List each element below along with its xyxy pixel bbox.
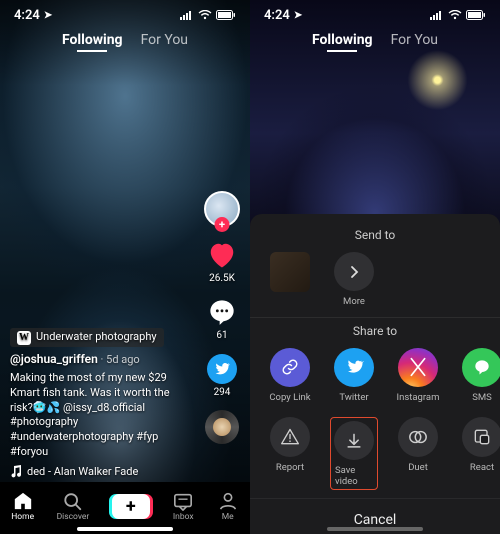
top-tabs: Following For You	[0, 32, 250, 48]
author-avatar[interactable]: +	[204, 191, 240, 227]
compose-button[interactable]: +	[112, 494, 150, 519]
action-react-label: React	[470, 462, 494, 473]
wifi-icon	[198, 10, 212, 20]
chevron-right-icon	[334, 252, 374, 291]
share-sms-label: SMS	[472, 392, 492, 403]
home-indicator	[327, 527, 423, 531]
comment-count: 61	[216, 330, 227, 341]
status-bar: 4:24 ➤	[0, 0, 250, 26]
react-icon	[462, 417, 500, 457]
tab-home[interactable]: Home	[11, 491, 34, 522]
share-actions-row[interactable]: Report Save video Duet React	[250, 411, 500, 498]
topic-label: Underwater photography	[36, 330, 157, 345]
send-to-friend[interactable]	[266, 252, 314, 307]
action-duet[interactable]: Duet	[394, 417, 442, 490]
share-sms[interactable]: SMS	[458, 348, 500, 403]
duet-icon	[398, 417, 438, 457]
pane-share-sheet: 4:24 ➤ Following For You Send to More	[250, 0, 500, 534]
tab-for-you[interactable]: For You	[391, 32, 438, 48]
sms-icon	[462, 348, 500, 387]
share-count: 294	[214, 387, 231, 398]
send-to-more-label: More	[343, 296, 365, 307]
tab-inbox[interactable]: Inbox	[172, 491, 194, 522]
battery-icon	[466, 10, 486, 20]
warning-icon	[270, 417, 310, 457]
post-sep: ·	[98, 353, 106, 366]
tab-home-label: Home	[11, 512, 34, 522]
tab-following[interactable]: Following	[62, 32, 123, 48]
share-instagram-label: Instagram	[397, 392, 440, 403]
home-indicator	[77, 527, 173, 531]
instagram-icon	[398, 348, 438, 387]
share-instagram[interactable]: Instagram	[394, 348, 442, 403]
tab-me[interactable]: Me	[217, 491, 239, 522]
comment-icon	[206, 296, 238, 328]
send-to-header: Send to	[250, 224, 500, 250]
share-copy-link-label: Copy Link	[269, 392, 310, 403]
post-time: 5d ago	[106, 353, 140, 366]
action-save-video-label: Save video	[335, 465, 373, 487]
share-twitter-label: Twitter	[339, 392, 368, 403]
topic-chip[interactable]: W Underwater photography	[10, 328, 164, 347]
wikipedia-icon: W	[17, 331, 31, 345]
top-tabs: Following For You	[250, 32, 500, 48]
friend-avatar	[270, 252, 310, 292]
plus-icon: +	[126, 496, 136, 517]
tab-inbox-label: Inbox	[173, 512, 194, 522]
share-twitter-icon	[206, 353, 238, 385]
link-icon	[270, 348, 310, 387]
music-note-icon	[10, 465, 21, 478]
post-info: W Underwater photography @joshua_griffen…	[10, 328, 192, 460]
share-sheet: Send to More Share to Copy Link	[250, 214, 500, 534]
like-button[interactable]: 26.5K	[206, 239, 238, 284]
share-button[interactable]: 294	[206, 353, 238, 398]
status-bar: 4:24 ➤	[250, 0, 500, 26]
divider	[250, 317, 500, 318]
action-duet-label: Duet	[408, 462, 428, 473]
tab-following[interactable]: Following	[312, 32, 373, 48]
comment-button[interactable]: 61	[206, 296, 238, 341]
share-to-row[interactable]: Copy Link Twitter Instagram SMS	[250, 346, 500, 411]
pane-feed: 4:24 ➤ Following For You + 26.5K	[0, 0, 250, 534]
share-twitter[interactable]: Twitter	[330, 348, 378, 403]
sound-disc-inner	[213, 418, 231, 436]
profile-icon	[217, 491, 239, 511]
share-to-header: Share to	[250, 320, 500, 346]
tab-for-you[interactable]: For You	[141, 32, 188, 48]
action-react[interactable]: React	[458, 417, 500, 490]
caption[interactable]: Making the most of my new $29 Kmart fish…	[10, 371, 192, 460]
status-time: 4:24	[264, 8, 290, 23]
action-rail: + 26.5K 61 294	[200, 191, 244, 444]
tab-discover-label: Discover	[57, 512, 90, 522]
status-time: 4:24	[14, 8, 40, 23]
tab-discover[interactable]: Discover	[57, 491, 90, 522]
like-count: 26.5K	[209, 273, 235, 284]
send-to-more[interactable]: More	[330, 252, 378, 307]
follow-plus-button[interactable]: +	[215, 217, 230, 232]
heart-icon	[206, 239, 238, 271]
music-row[interactable]: ded - Alan Walker Fade	[10, 465, 192, 478]
action-report-label: Report	[276, 462, 304, 473]
sound-disc[interactable]	[205, 410, 239, 444]
download-icon	[334, 421, 374, 460]
share-copy-link[interactable]: Copy Link	[266, 348, 314, 403]
twitter-icon	[334, 348, 374, 387]
search-icon	[62, 491, 84, 511]
signal-icon	[430, 10, 444, 20]
action-report[interactable]: Report	[266, 417, 314, 490]
action-save-video[interactable]: Save video	[330, 417, 378, 490]
home-icon	[12, 491, 34, 511]
music-title: ded - Alan Walker Fade	[27, 465, 138, 478]
inbox-icon	[172, 491, 194, 511]
wifi-icon	[448, 10, 462, 20]
location-arrow-icon: ➤	[44, 10, 52, 21]
send-to-row[interactable]: More	[250, 250, 500, 315]
username[interactable]: @joshua_griffen	[10, 352, 98, 366]
tab-me-label: Me	[222, 512, 234, 522]
battery-icon	[216, 10, 236, 20]
location-arrow-icon: ➤	[294, 10, 302, 21]
signal-icon	[180, 10, 194, 20]
